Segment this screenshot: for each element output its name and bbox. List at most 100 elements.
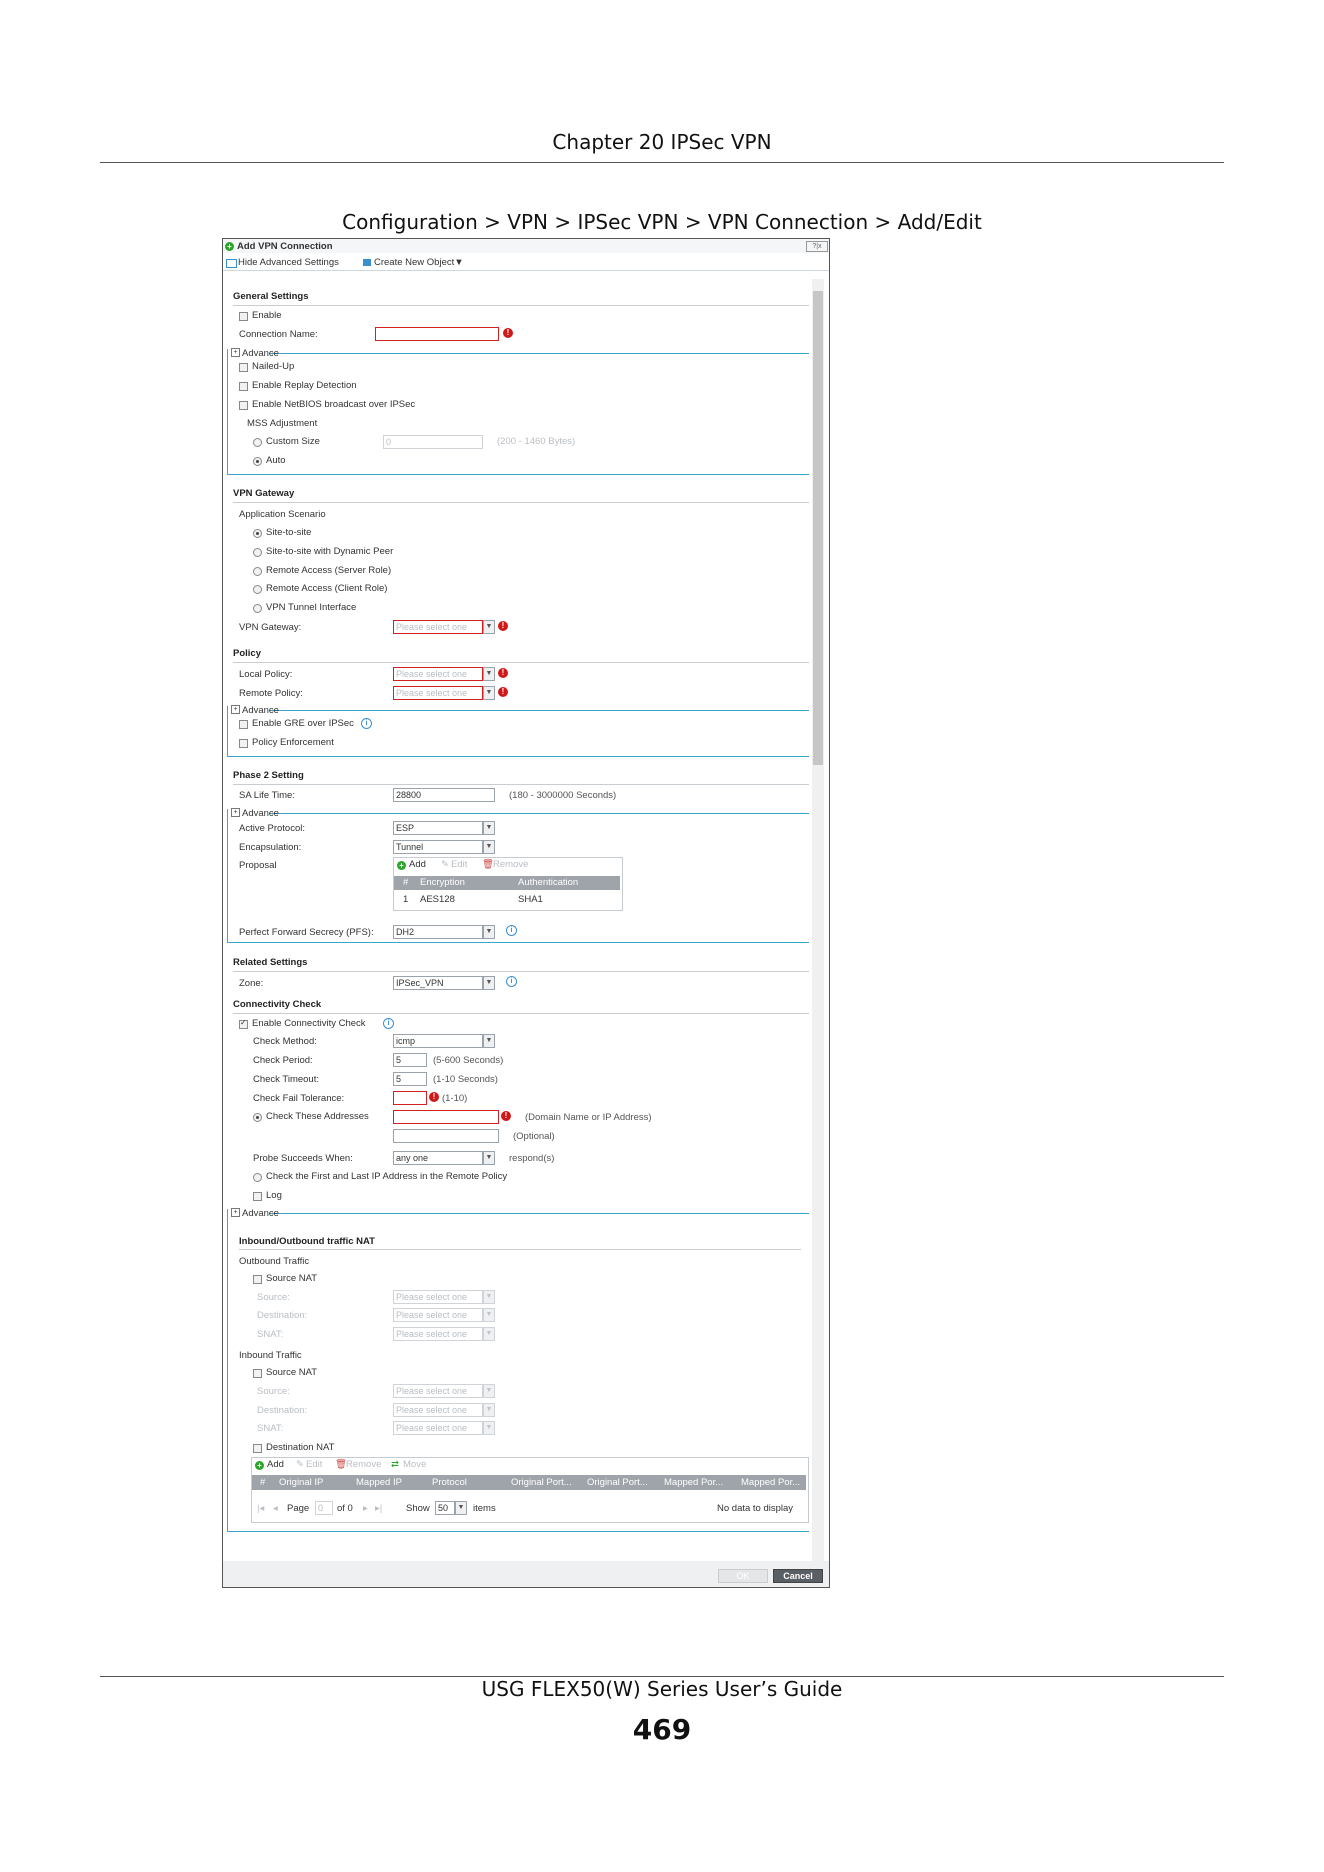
outbound-source-select[interactable]: Please select one <box>393 1290 483 1304</box>
scenario-dynamic-peer-radio[interactable] <box>253 548 262 557</box>
info-icon[interactable]: i <box>506 976 517 987</box>
proposal-edit-button[interactable]: Edit <box>451 859 467 870</box>
info-icon[interactable]: i <box>361 718 372 729</box>
scenario-client-role-radio[interactable] <box>253 585 262 594</box>
connection-name-input[interactable] <box>375 327 499 341</box>
inbound-snat-select[interactable]: Please select one <box>393 1421 483 1435</box>
outbound-snat-select[interactable]: Please select one <box>393 1327 483 1341</box>
remote-policy-select[interactable]: Please select one <box>393 686 483 700</box>
check-fail-tolerance-input[interactable] <box>393 1091 427 1105</box>
custom-size-input[interactable]: 0 <box>383 435 483 449</box>
cancel-button[interactable]: Cancel <box>773 1569 823 1583</box>
expand-icon[interactable]: + <box>231 808 240 817</box>
check-these-addresses-radio[interactable] <box>253 1113 262 1122</box>
prev-page-icon[interactable]: ◂ <box>273 1503 278 1514</box>
chevron-down-icon[interactable]: ▼ <box>483 1308 495 1322</box>
custom-size-radio[interactable] <box>253 438 262 447</box>
expand-icon[interactable]: + <box>231 1208 240 1217</box>
proposal-remove-button[interactable]: Remove <box>493 859 528 870</box>
pencil-icon: ✎ <box>441 859 449 870</box>
policy-enforcement-checkbox[interactable] <box>239 739 248 748</box>
auto-radio[interactable] <box>253 457 262 466</box>
gre-checkbox[interactable] <box>239 720 248 729</box>
chevron-down-icon[interactable]: ▼ <box>483 1421 495 1435</box>
nat-edit-button[interactable]: Edit <box>306 1459 322 1470</box>
expand-icon[interactable]: + <box>231 705 240 714</box>
chevron-down-icon[interactable]: ▼ <box>483 821 495 835</box>
advance-toggle[interactable]: Advance <box>242 1208 279 1219</box>
zone-select[interactable]: IPSec_VPN <box>393 976 483 990</box>
chevron-down-icon[interactable]: ▼ <box>483 925 495 939</box>
pager-page-input[interactable]: 0 <box>315 1501 333 1515</box>
scenario-site-to-site-radio[interactable] <box>253 529 262 538</box>
expand-icon[interactable]: + <box>231 348 240 357</box>
netbios-checkbox[interactable] <box>239 401 248 410</box>
chevron-down-icon[interactable]: ▼ <box>483 1327 495 1341</box>
pager-show-select[interactable]: 50 <box>435 1501 455 1515</box>
advance-toggle[interactable]: Advance <box>242 348 279 359</box>
next-page-icon[interactable]: ▸ <box>363 1503 368 1514</box>
create-new-object-menu[interactable]: Create New Object▼ <box>374 257 464 268</box>
hide-advanced-settings-link[interactable]: Hide Advanced Settings <box>238 257 339 268</box>
chevron-down-icon[interactable]: ▼ <box>483 1384 495 1398</box>
chevron-down-icon[interactable]: ▼ <box>483 1403 495 1417</box>
advance-divider <box>269 710 809 711</box>
chevron-down-icon[interactable]: ▼ <box>483 1034 495 1048</box>
local-policy-select[interactable]: Please select one <box>393 667 483 681</box>
check-address-input[interactable] <box>393 1110 499 1124</box>
replay-detection-checkbox[interactable] <box>239 382 248 391</box>
check-method-select[interactable]: icmp <box>393 1034 483 1048</box>
nailed-up-checkbox[interactable] <box>239 363 248 372</box>
chevron-down-icon[interactable]: ▼ <box>483 1151 495 1165</box>
log-checkbox[interactable] <box>253 1192 262 1201</box>
nat-add-button[interactable]: Add <box>267 1459 284 1470</box>
ok-button[interactable]: OK <box>718 1569 768 1583</box>
scenario-option-label: Remote Access (Server Role) <box>266 565 392 576</box>
help-close-icon[interactable]: ?|x <box>806 241 828 252</box>
chevron-down-icon[interactable]: ▼ <box>483 686 495 700</box>
vpn-gateway-select[interactable]: Please select one <box>393 620 483 634</box>
phase2-heading: Phase 2 Setting <box>233 770 304 781</box>
last-page-icon[interactable]: ▸| <box>375 1503 382 1514</box>
first-page-icon[interactable]: |◂ <box>257 1503 264 1514</box>
policy-heading: Policy <box>233 648 261 659</box>
encapsulation-select[interactable]: Tunnel <box>393 840 483 854</box>
check-optional-address-input[interactable] <box>393 1129 499 1143</box>
related-settings-heading: Related Settings <box>233 957 308 968</box>
column-header: Authentication <box>518 877 579 888</box>
scenario-server-role-radio[interactable] <box>253 567 262 576</box>
scenario-tunnel-interface-radio[interactable] <box>253 604 262 613</box>
section-divider <box>233 305 809 306</box>
chevron-down-icon[interactable]: ▼ <box>483 667 495 681</box>
info-icon[interactable]: i <box>506 925 517 936</box>
inbound-source-nat-checkbox[interactable] <box>253 1369 262 1378</box>
pfs-select[interactable]: DH2 <box>393 925 483 939</box>
info-icon[interactable]: i <box>383 1018 394 1029</box>
advance-toggle[interactable]: Advance <box>242 808 279 819</box>
chevron-down-icon[interactable]: ▼ <box>483 976 495 990</box>
probe-succeeds-select[interactable]: any one <box>393 1151 483 1165</box>
chevron-down-icon[interactable]: ▼ <box>455 1501 467 1515</box>
proposal-add-button[interactable]: Add <box>409 859 426 870</box>
active-protocol-select[interactable]: ESP <box>393 821 483 835</box>
check-first-last-radio[interactable] <box>253 1173 262 1182</box>
sa-lifetime-input[interactable]: 28800 <box>393 788 495 802</box>
outbound-destination-select[interactable]: Please select one <box>393 1308 483 1322</box>
check-timeout-input[interactable]: 5 <box>393 1072 427 1086</box>
enable-connectivity-check-checkbox[interactable] <box>239 1018 248 1029</box>
inbound-destination-select[interactable]: Please select one <box>393 1403 483 1417</box>
chevron-down-icon[interactable]: ▼ <box>483 620 495 634</box>
pfs-label: Perfect Forward Secrecy (PFS): <box>239 927 374 938</box>
nat-move-button[interactable]: Move <box>403 1459 426 1470</box>
advance-toggle[interactable]: Advance <box>242 705 279 716</box>
destination-nat-checkbox[interactable] <box>253 1444 262 1453</box>
outbound-source-nat-checkbox[interactable] <box>253 1275 262 1284</box>
column-header: # <box>260 1477 266 1488</box>
chevron-down-icon[interactable]: ▼ <box>483 840 495 854</box>
check-period-input[interactable]: 5 <box>393 1053 427 1067</box>
chevron-down-icon[interactable]: ▼ <box>483 1290 495 1304</box>
inbound-source-select[interactable]: Please select one <box>393 1384 483 1398</box>
nat-remove-button[interactable]: Remove <box>346 1459 381 1470</box>
scroll-thumb[interactable] <box>813 291 823 765</box>
enable-checkbox[interactable] <box>239 312 248 321</box>
